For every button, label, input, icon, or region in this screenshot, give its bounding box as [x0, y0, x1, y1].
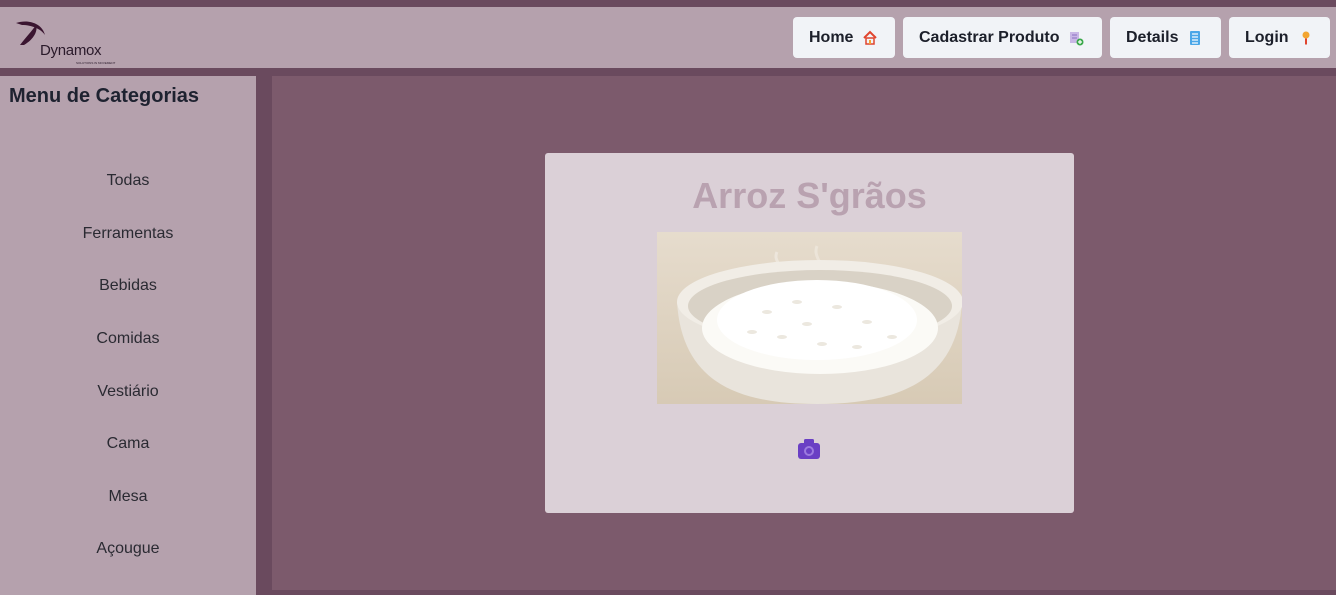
- list-document-icon: [1187, 30, 1203, 46]
- person-icon: [1298, 30, 1314, 46]
- category-todas[interactable]: Todas: [0, 172, 256, 190]
- category-ferramentas[interactable]: Ferramentas: [0, 225, 256, 243]
- add-document-icon: [1068, 30, 1084, 46]
- nav-home-button[interactable]: Home: [793, 17, 895, 58]
- nav-details-label: Details: [1126, 28, 1179, 46]
- logo-text: Dynamox: [40, 42, 102, 59]
- nav-login-label: Login: [1245, 28, 1289, 46]
- category-cama[interactable]: Cama: [0, 435, 256, 453]
- nav-login-button[interactable]: Login: [1229, 17, 1330, 58]
- category-acougue[interactable]: Açougue: [0, 540, 256, 558]
- nav-details-button[interactable]: Details: [1110, 17, 1221, 58]
- top-strip: [0, 0, 1336, 7]
- product-card: Arroz S'grãos: [545, 153, 1074, 513]
- logo-tagline: SOLUTIONS IN MOVEMENT: [76, 61, 116, 65]
- house-icon: [862, 30, 878, 46]
- dynamox-logo[interactable]: Dynamox SOLUTIONS IN MOVEMENT: [14, 17, 124, 65]
- nav-cadastrar-produto-button[interactable]: Cadastrar Produto: [903, 17, 1102, 58]
- rice-bowl-photo: [657, 232, 962, 404]
- category-bebidas[interactable]: Bebidas: [0, 277, 256, 295]
- product-title: Arroz S'grãos: [692, 175, 927, 216]
- sidebar-title: Menu de Categorias: [9, 85, 200, 107]
- nav-cadastrar-label: Cadastrar Produto: [919, 28, 1060, 46]
- nav-home-label: Home: [809, 28, 854, 46]
- category-comidas[interactable]: Comidas: [0, 330, 256, 348]
- category-mesa[interactable]: Mesa: [0, 488, 256, 506]
- app-header: Dynamox SOLUTIONS IN MOVEMENT Home Cadas…: [0, 7, 1336, 68]
- camera-icon[interactable]: [797, 438, 821, 460]
- category-sidebar: Menu de Categorias Todas Ferramentas Beb…: [0, 76, 256, 595]
- category-vestiario[interactable]: Vestiário: [0, 383, 256, 401]
